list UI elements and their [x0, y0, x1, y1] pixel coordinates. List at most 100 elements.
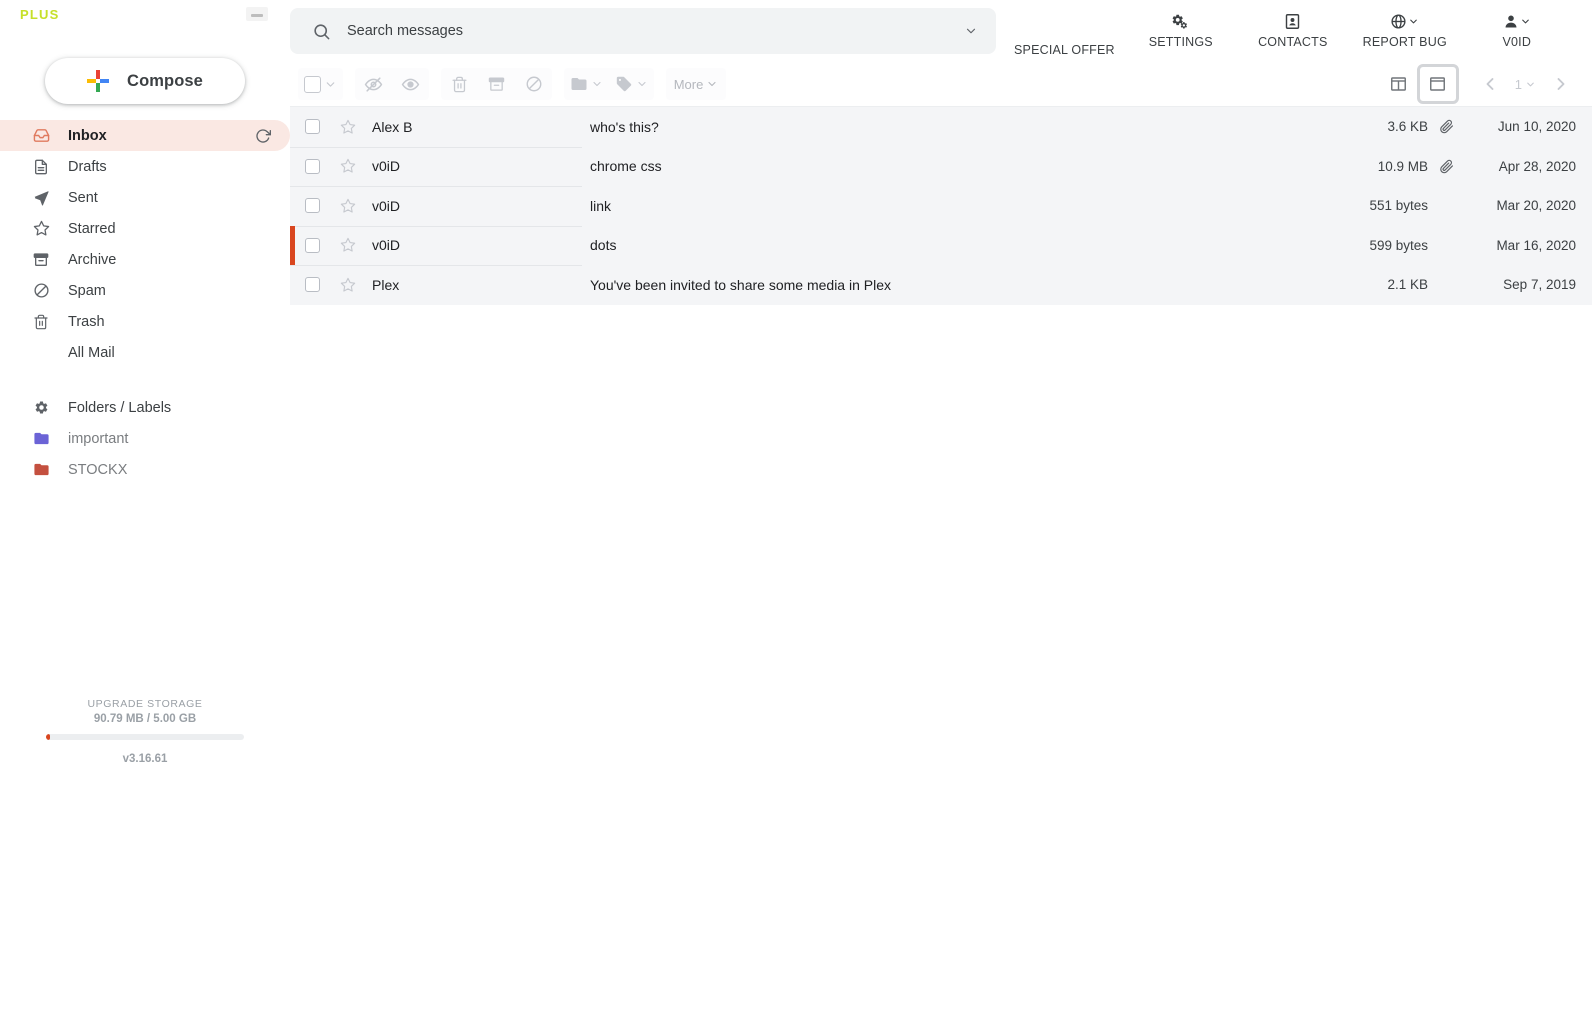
- more-menu-button[interactable]: More: [666, 68, 726, 100]
- archive-icon[interactable]: [478, 68, 515, 100]
- row-checkbox-cell: [290, 277, 334, 293]
- row-subject: who's this?: [590, 118, 659, 135]
- report-bug-button[interactable]: REPORT BUG: [1349, 5, 1461, 57]
- sidebar: PLUS Compose Inbox Drafts Sent Starred A…: [0, 0, 290, 1030]
- mark-unread-icon[interactable]: [355, 68, 392, 100]
- sidebar-item-drafts[interactable]: Drafts: [0, 151, 290, 182]
- top-actions: SPECIAL OFFER SETTINGS CONTACTS REPORT B…: [1004, 5, 1573, 57]
- sidebar-folder-important[interactable]: important: [0, 423, 290, 454]
- top-bar: SPECIAL OFFER SETTINGS CONTACTS: [290, 0, 1592, 62]
- more-label: More: [673, 76, 704, 92]
- contacts-button[interactable]: CONTACTS: [1237, 5, 1349, 57]
- sidebar-item-trash[interactable]: Trash: [0, 306, 290, 337]
- next-page-button[interactable]: [1544, 68, 1578, 100]
- select-group: [298, 68, 343, 100]
- full-view-icon[interactable]: [1416, 64, 1459, 104]
- select-all-checkbox[interactable]: [298, 68, 343, 100]
- storage-section: UPGRADE STORAGE 90.79 MB / 5.00 GB v3.16…: [0, 698, 290, 765]
- apply-label-icon[interactable]: [609, 68, 654, 100]
- compose-button[interactable]: Compose: [45, 58, 245, 104]
- sidebar-item-sent[interactable]: Sent: [0, 182, 290, 213]
- attachment-icon: [1428, 119, 1464, 134]
- row-checkbox-cell: [290, 119, 334, 135]
- message-toolbar: More 1: [290, 62, 1592, 106]
- storage-amount: 90.79 MB / 5.00 GB: [93, 713, 197, 725]
- row-separator: [290, 146, 582, 148]
- row-accent-bar: [290, 107, 295, 147]
- search-icon: [312, 22, 331, 41]
- mark-read-icon[interactable]: [392, 68, 429, 100]
- sidebar-nav: Inbox Drafts Sent Starred Archive Spam T…: [0, 120, 290, 485]
- search-input[interactable]: [347, 23, 964, 39]
- window-control-chip[interactable]: [246, 7, 268, 21]
- organize-group: [564, 68, 654, 100]
- sidebar-item-starred[interactable]: Starred: [0, 213, 290, 244]
- storage-progress-bar: [46, 734, 244, 740]
- row-subject: chrome css: [590, 158, 662, 175]
- table-row[interactable]: Alex B who's this? 3.6 KB Jun 10, 2020: [290, 107, 1592, 147]
- sidebar-item-all-mail[interactable]: All Mail: [0, 337, 290, 368]
- star-icon[interactable]: [334, 119, 362, 135]
- special-offer-button[interactable]: SPECIAL OFFER: [1004, 5, 1125, 57]
- row-checkbox[interactable]: [304, 119, 320, 135]
- app-logo: PLUS: [20, 6, 60, 22]
- settings-button[interactable]: SETTINGS: [1125, 5, 1237, 57]
- row-checkbox-cell: [290, 237, 334, 253]
- read-state-group: [355, 68, 429, 100]
- row-checkbox[interactable]: [304, 198, 320, 214]
- page-number: 1: [1514, 76, 1522, 92]
- spam-icon[interactable]: [515, 68, 552, 100]
- sidebar-folders-label: Folders / Labels: [68, 399, 172, 416]
- row-checkbox[interactable]: [304, 158, 320, 174]
- prev-page-button[interactable]: [1473, 68, 1507, 100]
- row-separator: [290, 186, 582, 187]
- refresh-icon[interactable]: [254, 127, 272, 145]
- row-date: Mar 20, 2020: [1496, 198, 1576, 214]
- upgrade-storage-link[interactable]: UPGRADE STORAGE: [0, 698, 290, 710]
- page-number-select[interactable]: 1: [1511, 77, 1540, 92]
- sidebar-item-label: Spam: [68, 282, 106, 299]
- row-date: Apr 28, 2020: [1498, 158, 1576, 174]
- sidebar-item-folders-labels[interactable]: Folders / Labels: [0, 392, 290, 423]
- star-icon[interactable]: [334, 198, 362, 214]
- sidebar-item-archive[interactable]: Archive: [0, 244, 290, 275]
- move-to-folder-icon[interactable]: [564, 68, 609, 100]
- row-checkbox-cell: [290, 158, 334, 174]
- table-row[interactable]: v0iD link 551 bytes Mar 20, 2020: [290, 186, 1592, 226]
- contact-card-icon: [1285, 13, 1300, 30]
- special-offer-label: SPECIAL OFFER: [1014, 43, 1115, 57]
- message-actions-group: [441, 68, 552, 100]
- sidebar-item-label: Inbox: [68, 127, 107, 144]
- delete-icon[interactable]: [441, 68, 478, 100]
- sidebar-item-label: Starred: [68, 220, 116, 237]
- sidebar-item-label: All Mail: [68, 344, 115, 361]
- account-menu-button[interactable]: V0ID: [1461, 5, 1573, 57]
- row-accent-bar: [290, 265, 295, 305]
- table-row[interactable]: v0iD dots 599 bytes Mar 16, 2020: [290, 225, 1592, 265]
- view-mode-group: [1381, 64, 1459, 104]
- row-checkbox[interactable]: [304, 237, 320, 253]
- sidebar-item-label: Sent: [68, 189, 98, 206]
- row-accent-bar: [290, 186, 295, 226]
- sidebar-item-label: Archive: [68, 251, 117, 268]
- star-icon[interactable]: [334, 158, 362, 174]
- table-row[interactable]: Plex You've been invited to share some me…: [290, 265, 1592, 305]
- settings-label: SETTINGS: [1148, 35, 1213, 49]
- chevron-down-icon[interactable]: [964, 24, 978, 38]
- search-bar[interactable]: [290, 8, 996, 54]
- split-view-icon[interactable]: [1381, 67, 1417, 101]
- star-icon[interactable]: [334, 277, 362, 293]
- sidebar-item-inbox[interactable]: Inbox: [0, 120, 290, 151]
- row-subject: You've been invited to share some media …: [590, 276, 892, 293]
- sidebar-folder-stockx[interactable]: STOCKX: [0, 454, 290, 485]
- row-checkbox[interactable]: [304, 277, 320, 293]
- row-size: 551 bytes: [1369, 198, 1428, 214]
- inbox-icon: [30, 127, 52, 144]
- user-icon: [1503, 13, 1531, 30]
- star-icon[interactable]: [334, 237, 362, 253]
- sidebar-item-spam[interactable]: Spam: [0, 275, 290, 306]
- row-sender: v0iD: [372, 158, 401, 175]
- table-row[interactable]: v0iD chrome css 10.9 MB Apr 28, 2020: [290, 146, 1592, 186]
- row-sender: Alex B: [372, 118, 413, 135]
- sidebar-folder-label: STOCKX: [68, 461, 128, 478]
